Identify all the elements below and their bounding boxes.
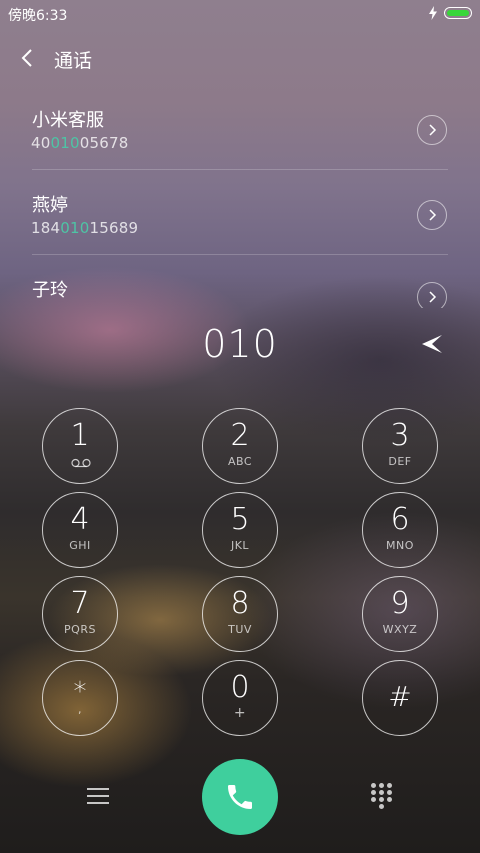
contact-number: 18401015689 xyxy=(31,219,138,237)
battery-level xyxy=(447,10,469,16)
chevron-right-icon xyxy=(429,291,437,303)
key-letters: , xyxy=(78,703,82,716)
dialed-number: 010 xyxy=(202,322,278,366)
key-4[interactable]: 4 GHI xyxy=(42,492,118,568)
divider xyxy=(32,254,448,255)
number-suffix: 05678 xyxy=(79,134,129,152)
call-button[interactable] xyxy=(202,759,278,835)
number-prefix: 40 xyxy=(31,134,51,152)
key-digit: 0 xyxy=(230,670,250,705)
key-letters: PQRS xyxy=(64,623,96,636)
key-letters: ABC xyxy=(227,455,253,468)
contact-name: 子玲 xyxy=(32,280,68,301)
status-bar: 傍晚6:33 xyxy=(0,0,480,28)
key-6[interactable]: 6 MNO xyxy=(362,492,438,568)
contact-item[interactable]: 燕婷 18401015689 xyxy=(0,171,480,255)
key-digit: 9 xyxy=(390,586,410,621)
dial-display: 010 xyxy=(0,318,480,374)
key-9[interactable]: 9 WXYZ xyxy=(362,576,438,652)
key-5[interactable]: 5 JKL xyxy=(202,492,278,568)
number-match: 010 xyxy=(60,219,90,237)
contact-item[interactable]: 小米客服 4001005678 xyxy=(0,86,480,170)
key-7[interactable]: 7 PQRS xyxy=(42,576,118,652)
key-digit: 2 xyxy=(230,418,250,453)
backspace-icon[interactable] xyxy=(420,332,444,356)
contact-name: 燕婷 xyxy=(32,195,68,216)
key-8[interactable]: 8 TUV xyxy=(202,576,278,652)
number-match: 010 xyxy=(50,134,80,152)
key-letters: WXYZ xyxy=(382,623,418,636)
number-prefix: 184 xyxy=(31,219,61,237)
key-letters: MNO xyxy=(386,539,414,552)
contact-detail-button[interactable] xyxy=(417,200,447,230)
chevron-right-icon xyxy=(429,124,437,136)
voicemail-icon xyxy=(71,458,91,468)
contact-detail-button[interactable] xyxy=(417,115,447,145)
key-letters: JKL xyxy=(230,539,250,552)
header: 通话 xyxy=(0,40,480,76)
keypad-icon[interactable] xyxy=(370,783,394,809)
phone-icon xyxy=(228,785,252,809)
key-digit: 5 xyxy=(230,502,250,537)
key-star[interactable]: * , xyxy=(42,660,118,736)
key-letters: GHI xyxy=(69,539,91,552)
key-digit: 6 xyxy=(390,502,410,537)
key-digit: 8 xyxy=(230,586,250,621)
key-digit: # xyxy=(388,680,412,713)
key-0[interactable]: 0 + xyxy=(202,660,278,736)
contact-item[interactable]: 子玲 xyxy=(0,256,480,308)
number-suffix: 15689 xyxy=(89,219,139,237)
contact-detail-button[interactable] xyxy=(417,282,447,308)
key-letters: TUV xyxy=(228,623,252,636)
menu-icon[interactable] xyxy=(87,786,109,806)
contact-number: 4001005678 xyxy=(31,134,128,152)
divider xyxy=(32,169,448,170)
key-digit: 7 xyxy=(70,586,90,621)
key-3[interactable]: 3 DEF xyxy=(362,408,438,484)
contact-name: 小米客服 xyxy=(32,110,104,131)
status-time: 傍晚6:33 xyxy=(8,8,68,24)
chevron-right-icon xyxy=(429,209,437,221)
key-digit: 3 xyxy=(390,418,410,453)
page-title: 通话 xyxy=(54,50,93,72)
battery-icon xyxy=(444,7,472,19)
key-1[interactable]: 1 xyxy=(42,408,118,484)
chevron-left-icon[interactable] xyxy=(18,46,38,70)
key-digit: 4 xyxy=(70,502,90,537)
key-digit: 1 xyxy=(70,418,90,453)
key-letters: DEF xyxy=(388,455,412,468)
key-2[interactable]: 2 ABC xyxy=(202,408,278,484)
key-hash[interactable]: # xyxy=(362,660,438,736)
bolt-icon xyxy=(429,6,437,20)
key-letters: + xyxy=(233,705,247,721)
